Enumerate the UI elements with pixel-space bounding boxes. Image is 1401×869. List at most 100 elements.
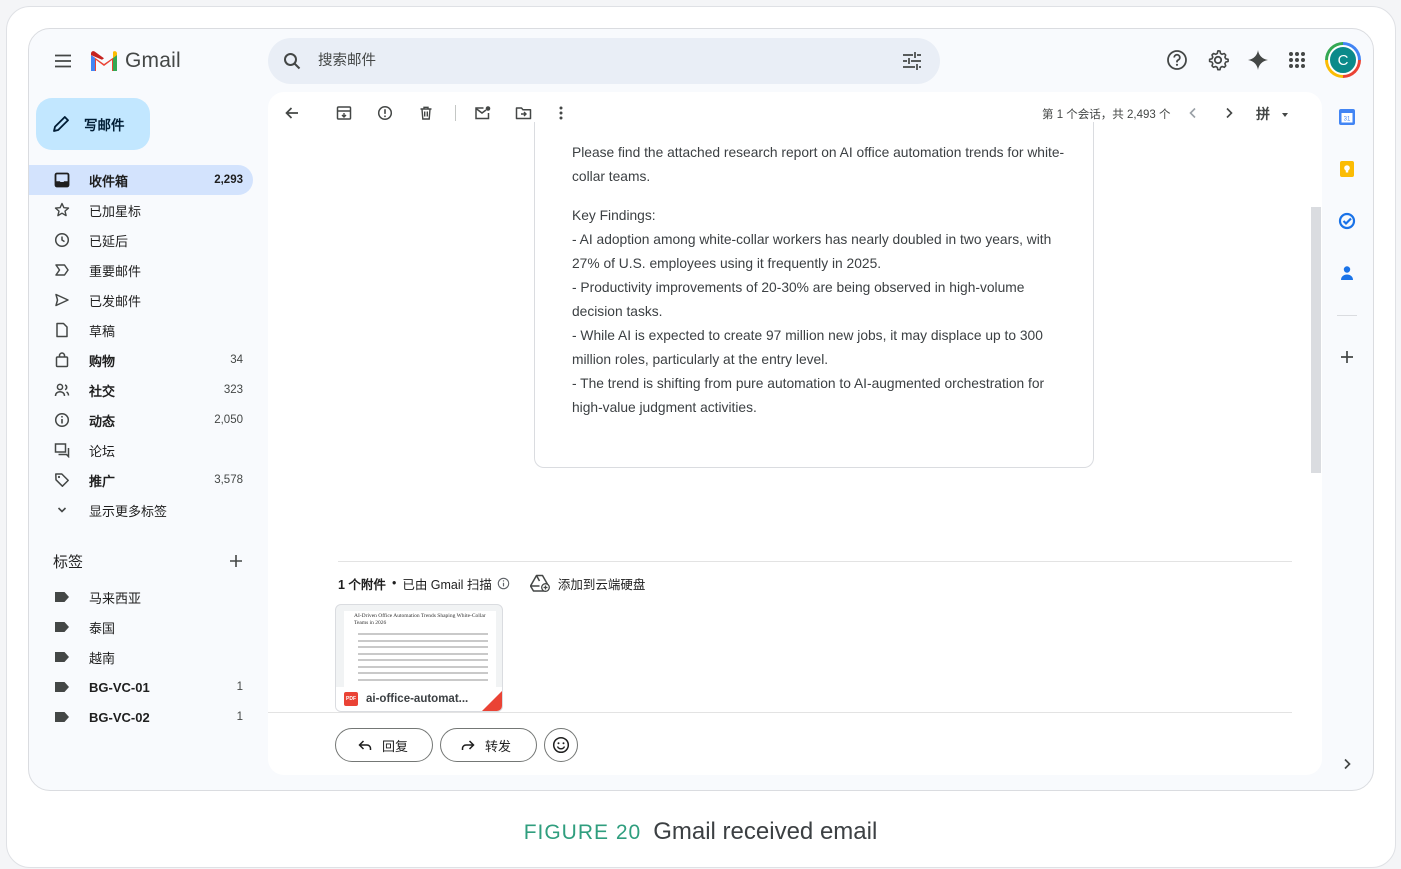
sidebar-item-forums[interactable]: 论坛 [29, 435, 253, 465]
sidebar-item-drafts[interactable]: 草稿 [29, 315, 253, 345]
forward-button[interactable]: 转发 [440, 728, 537, 762]
keep-notes-icon[interactable] [1335, 157, 1359, 181]
pdf-corner-fold [482, 691, 502, 711]
account-avatar[interactable]: C [1325, 42, 1361, 78]
help-icon[interactable] [1161, 44, 1193, 76]
sidebar-item-label: 动态 [89, 413, 116, 429]
labels-heading: 标签 [53, 554, 84, 571]
sidebar-item-social[interactable]: 社交 323 [29, 375, 253, 405]
search-icon[interactable] [280, 49, 304, 73]
sidebar-item-important[interactable]: 重要邮件 [29, 255, 253, 285]
label-item[interactable]: BG-VC-01 1 [29, 672, 253, 702]
sidebar-item-label: 显示更多标签 [89, 503, 168, 519]
reply-arrow-icon [358, 740, 372, 750]
reply-label: 回复 [382, 738, 409, 754]
attachment-count: 1 个附件 [338, 577, 386, 592]
search-options-icon[interactable] [900, 49, 924, 73]
label-count: 1 [236, 681, 243, 693]
gemini-spark-icon[interactable] [1242, 44, 1274, 76]
tag-icon [53, 471, 71, 489]
add-to-drive-button[interactable]: 添加到云端硬盘 [529, 574, 646, 593]
email-body: Please find the attached research report… [572, 141, 1072, 420]
scrollbar-thumb[interactable] [1311, 207, 1321, 473]
finding-item: - While AI is expected to create 97 mill… [572, 328, 1043, 367]
search-input[interactable] [318, 50, 878, 72]
attachment-preview-title: AI-Driven Office Automation Trends Shapi… [354, 613, 486, 626]
add-addon-plus-icon[interactable] [1335, 345, 1359, 369]
tasks-icon[interactable] [1335, 209, 1359, 233]
add-to-drive-label: 添加到云端硬盘 [557, 577, 646, 592]
delete-trash-icon[interactable] [412, 99, 440, 127]
menu-icon[interactable] [47, 45, 79, 77]
important-icon [53, 261, 71, 279]
avatar-initial: C [1328, 45, 1358, 75]
pagination-text: 第 1 个会话，共 2,493 个 [1042, 109, 1171, 121]
chevron-right-icon[interactable] [1215, 99, 1243, 127]
label-item[interactable]: BG-VC-02 1 [29, 702, 253, 732]
emoji-reaction-button[interactable] [544, 728, 578, 762]
sidebar-item-snoozed[interactable]: 已延后 [29, 225, 253, 255]
apps-grid-icon[interactable] [1281, 44, 1313, 76]
info-icon[interactable] [497, 577, 510, 590]
pencil-icon [53, 116, 69, 132]
inbox-icon [53, 171, 71, 189]
sidebar-item-label: 草稿 [89, 323, 116, 339]
report-spam-icon[interactable] [371, 99, 399, 127]
attachment-preview: AI-Driven Office Automation Trends Shapi… [344, 611, 496, 687]
sidebar-item-inbox[interactable]: 收件箱 2,293 [29, 165, 253, 195]
sidebar-item-starred[interactable]: 已加星标 [29, 195, 253, 225]
sidebar-item-sent[interactable]: 已发邮件 [29, 285, 253, 315]
forward-arrow-icon [461, 740, 475, 750]
label-count: 1 [236, 711, 243, 723]
figure-title: Gmail received email [653, 818, 878, 845]
label-name: BG-VC-02 [89, 709, 150, 725]
add-label-plus-icon[interactable] [225, 550, 247, 572]
sidebar-item-promotions[interactable]: 推广 3,578 [29, 465, 253, 495]
forward-label: 转发 [485, 738, 512, 754]
expand-panel-chevron-icon[interactable] [1335, 752, 1359, 776]
sidebar-item-shopping[interactable]: 购物 34 [29, 345, 253, 375]
settings-gear-icon[interactable] [1202, 44, 1234, 76]
label-item[interactable]: 越南 [29, 642, 253, 672]
archive-icon[interactable] [330, 99, 358, 127]
attachment-name-bar: PDF ai-office-automat... [336, 687, 502, 711]
email-body-card: Please find the attached research report… [534, 122, 1094, 468]
sidebar-item-updates[interactable]: 动态 2,050 [29, 405, 253, 435]
compose-label: 写邮件 [84, 118, 125, 133]
label-item[interactable]: 马来西亚 [29, 582, 253, 612]
finding-item: - Productivity improvements of 20-30% ar… [572, 280, 1025, 319]
label-name: 马来西亚 [89, 590, 142, 606]
labels-list: 马来西亚 泰国 越南 BG-VC-01 1 BG-VC-02 1 [29, 582, 253, 732]
attachments-header: 1 个附件 • 已由 Gmail 扫描 添加到云端硬盘 [338, 572, 645, 594]
label-icon [53, 648, 71, 666]
reply-button[interactable]: 回复 [335, 728, 433, 762]
sidebar-nav: 收件箱 2,293 已加星标 已延后 重要邮件 已发邮件 草稿 购物 34 社交… [29, 165, 253, 525]
finding-item: - AI adoption among white-collar workers… [572, 232, 1052, 271]
shopping-bag-icon [53, 351, 71, 369]
pdf-file-icon: PDF [344, 692, 358, 706]
attachment-card[interactable]: AI-Driven Office Automation Trends Shapi… [335, 604, 503, 712]
label-icon [53, 708, 71, 726]
svg-text:31: 31 [1344, 117, 1351, 123]
sidebar-item-more-labels[interactable]: 显示更多标签 [29, 495, 253, 525]
label-name: BG-VC-01 [89, 679, 150, 695]
sidebar-item-label: 推广 [89, 473, 116, 489]
label-item[interactable]: 泰国 [29, 612, 253, 642]
compose-button[interactable]: 写邮件 [36, 98, 150, 150]
sidebar-item-label: 收件箱 [89, 173, 129, 189]
move-to-folder-icon[interactable] [509, 99, 537, 127]
chevron-left-icon[interactable] [1179, 99, 1207, 127]
mark-unread-icon[interactable] [468, 99, 496, 127]
back-arrow-icon[interactable] [278, 99, 306, 127]
input-method-selector[interactable]: 拼 [1256, 104, 1290, 124]
clock-icon [53, 231, 71, 249]
drive-add-icon [529, 574, 550, 592]
search-bar[interactable] [268, 38, 940, 84]
gmail-logo[interactable]: Gmail [89, 49, 181, 73]
contacts-icon[interactable] [1335, 261, 1359, 285]
info-icon [53, 411, 71, 429]
calendar-icon[interactable]: 31 [1335, 105, 1359, 129]
sidebar-item-count: 2,293 [214, 174, 243, 186]
chevron-down-icon [53, 501, 71, 519]
